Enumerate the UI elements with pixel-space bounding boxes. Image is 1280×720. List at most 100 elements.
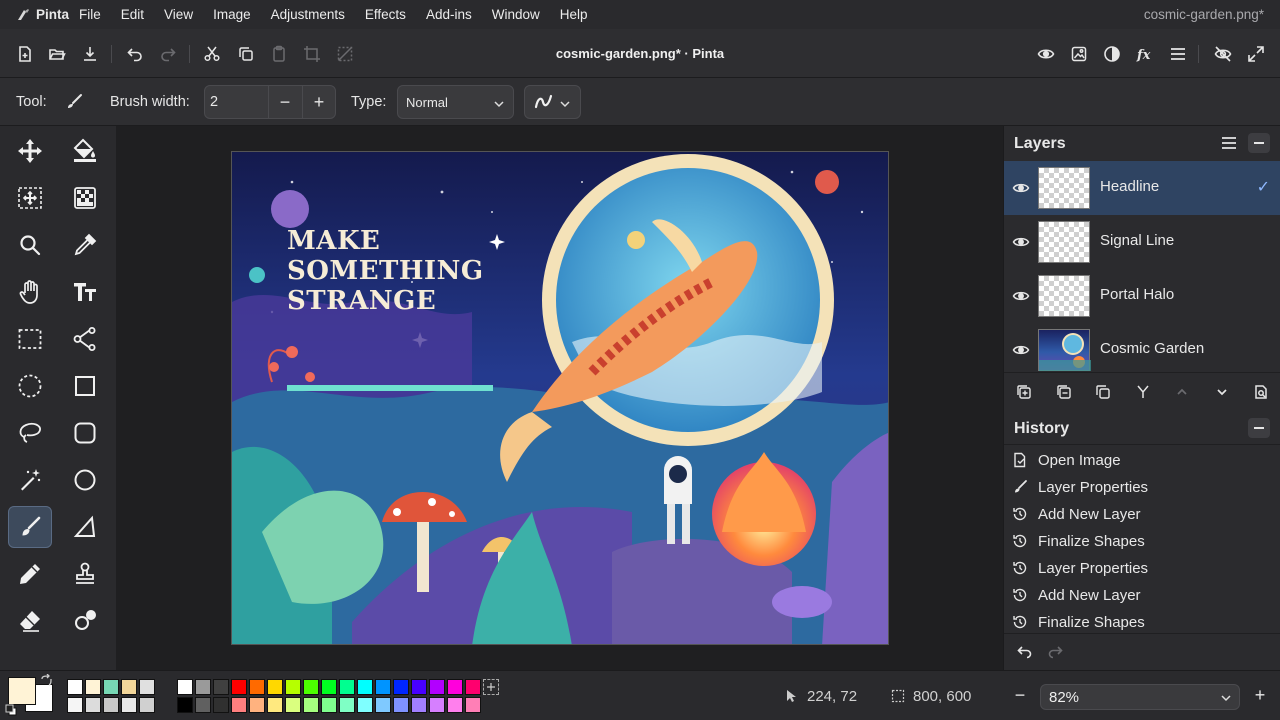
zoom-out-button[interactable]: −: [1010, 685, 1030, 705]
brush-width-value[interactable]: 2: [210, 94, 218, 110]
ellipse-tool[interactable]: [63, 459, 107, 501]
palette-swatch[interactable]: [267, 697, 283, 713]
delete-layer-button[interactable]: [1054, 382, 1074, 402]
palette-swatch[interactable]: [213, 697, 229, 713]
palette-swatch[interactable]: [429, 697, 445, 713]
text-tool[interactable]: [63, 271, 107, 313]
rounded-rectangle-tool[interactable]: [63, 412, 107, 454]
hide-panels-button[interactable]: [1210, 41, 1236, 67]
palette-swatch[interactable]: [429, 679, 445, 695]
recolor-tool[interactable]: [63, 600, 107, 642]
palette-swatch[interactable]: [465, 697, 481, 713]
palette-swatch[interactable]: [67, 697, 83, 713]
history-item[interactable]: Add New Layer: [1012, 583, 1141, 607]
redo-button[interactable]: [155, 41, 181, 67]
move-layer-up-button[interactable]: [1172, 382, 1192, 402]
palette-swatch[interactable]: [285, 679, 301, 695]
cut-button[interactable]: [199, 41, 225, 67]
palette-swatch[interactable]: [67, 679, 83, 695]
pan-tool[interactable]: [8, 271, 52, 313]
palette-swatch[interactable]: [285, 697, 301, 713]
eye-icon[interactable]: [1012, 180, 1030, 196]
image-button[interactable]: [1066, 41, 1092, 67]
crop-button[interactable]: [299, 41, 325, 67]
adjustments-button[interactable]: [1099, 41, 1125, 67]
primary-color-swatch[interactable]: [8, 677, 36, 705]
eraser-tool[interactable]: [8, 600, 52, 642]
save-button[interactable]: [77, 41, 103, 67]
merge-layer-down-button[interactable]: [1133, 382, 1153, 402]
zoom-tool[interactable]: [8, 224, 52, 266]
palette-swatch[interactable]: [195, 697, 211, 713]
palette-swatch[interactable]: [267, 679, 283, 695]
palette-swatch[interactable]: [357, 679, 373, 695]
move-selection-tool[interactable]: [8, 177, 52, 219]
layer-row-signal-line[interactable]: Signal Line: [1004, 215, 1280, 269]
color-picker-tool[interactable]: [63, 224, 107, 266]
palette-swatch[interactable]: [85, 697, 101, 713]
palette-swatch[interactable]: [375, 697, 391, 713]
history-item[interactable]: Finalize Shapes: [1012, 610, 1145, 634]
ellipse-select-tool[interactable]: [8, 365, 52, 407]
deselect-button[interactable]: [332, 41, 358, 67]
add-palette-color-button[interactable]: [483, 679, 499, 695]
palette-swatch[interactable]: [121, 697, 137, 713]
layers-menu-button[interactable]: [1218, 133, 1240, 153]
app-menu[interactable]: Pinta: [0, 7, 69, 22]
palette-swatch[interactable]: [375, 679, 391, 695]
main-menu-button[interactable]: [1165, 41, 1191, 67]
magic-wand-tool[interactable]: [8, 459, 52, 501]
undo-button[interactable]: [122, 41, 148, 67]
palette-swatch[interactable]: [103, 697, 119, 713]
history-item[interactable]: Layer Properties: [1012, 556, 1148, 580]
effects-button[interactable]: fx: [1132, 41, 1158, 67]
brush-width-increase[interactable]: +: [302, 85, 336, 119]
history-redo-button[interactable]: [1046, 642, 1064, 660]
palette-swatch[interactable]: [447, 697, 463, 713]
menu-adjustments[interactable]: Adjustments: [261, 7, 355, 22]
add-layer-button[interactable]: [1014, 382, 1034, 402]
paste-button[interactable]: [266, 41, 292, 67]
palette-swatch[interactable]: [213, 679, 229, 695]
move-layer-down-button[interactable]: [1212, 382, 1232, 402]
gradient-tool[interactable]: [63, 177, 107, 219]
palette-swatch[interactable]: [231, 697, 247, 713]
palette-swatch[interactable]: [303, 697, 319, 713]
pencil-tool[interactable]: [8, 553, 52, 595]
reset-colors-icon[interactable]: [5, 704, 17, 716]
view-toggle-button[interactable]: [1033, 41, 1059, 67]
palette-swatch[interactable]: [139, 697, 155, 713]
eye-icon[interactable]: [1012, 234, 1030, 250]
paintbrush-tool[interactable]: [8, 506, 52, 548]
menu-edit[interactable]: Edit: [111, 7, 154, 22]
history-item[interactable]: Layer Properties: [1012, 475, 1148, 499]
menu-window[interactable]: Window: [482, 7, 550, 22]
layer-properties-button[interactable]: [1251, 382, 1271, 402]
palette-swatch[interactable]: [447, 679, 463, 695]
palette-swatch[interactable]: [231, 679, 247, 695]
palette-swatch[interactable]: [411, 697, 427, 713]
rectangle-select-tool[interactable]: [8, 318, 52, 360]
palette-swatch[interactable]: [339, 679, 355, 695]
layers-collapse-button[interactable]: [1248, 133, 1270, 153]
history-undo-button[interactable]: [1016, 642, 1034, 660]
menu-add-ins[interactable]: Add-ins: [416, 7, 482, 22]
palette-swatch[interactable]: [303, 679, 319, 695]
palette-swatch[interactable]: [321, 697, 337, 713]
zoom-in-button[interactable]: +: [1250, 685, 1270, 705]
palette-swatch[interactable]: [177, 697, 193, 713]
palette-swatch[interactable]: [177, 679, 193, 695]
palette-swatch[interactable]: [321, 679, 337, 695]
copy-button[interactable]: [233, 41, 259, 67]
duplicate-layer-button[interactable]: [1093, 382, 1113, 402]
palette-swatch[interactable]: [139, 679, 155, 695]
open-button[interactable]: [44, 41, 70, 67]
history-item[interactable]: Open Image: [1012, 448, 1121, 472]
zoom-dropdown[interactable]: 82%: [1040, 684, 1240, 710]
palette-swatch[interactable]: [393, 697, 409, 713]
layer-row-headline[interactable]: Headline ✓: [1004, 161, 1280, 215]
palette-swatch[interactable]: [195, 679, 211, 695]
move-selected-tool[interactable]: [8, 130, 52, 172]
menu-effects[interactable]: Effects: [355, 7, 416, 22]
layer-row-portal-halo[interactable]: Portal Halo: [1004, 269, 1280, 323]
